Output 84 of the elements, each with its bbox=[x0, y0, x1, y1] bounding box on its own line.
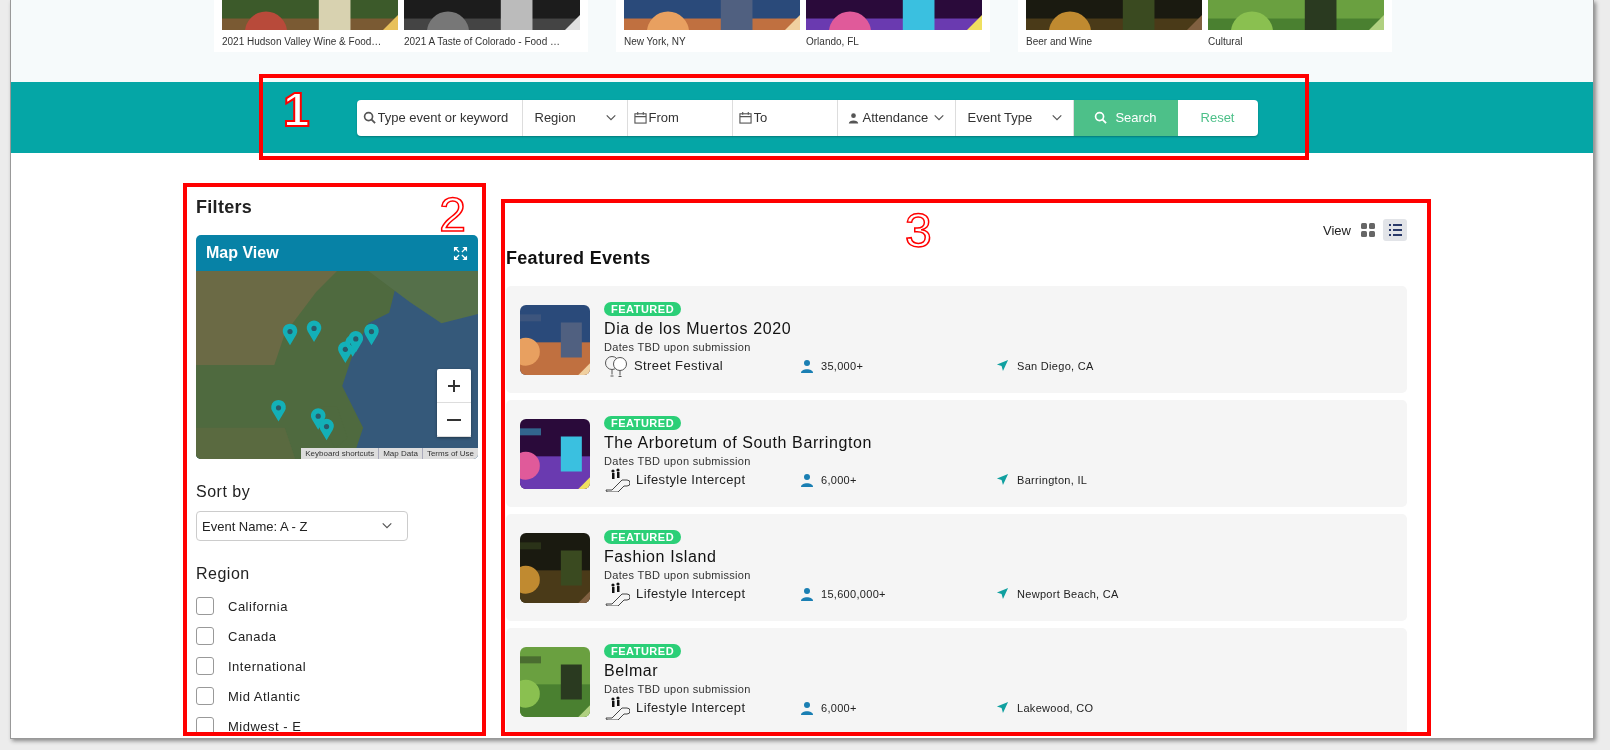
event-category: Lifestyle Intercept bbox=[636, 586, 746, 601]
dropdown[interactable]: Event Type bbox=[955, 99, 1074, 136]
view-label: View bbox=[1323, 222, 1351, 238]
region-label: Region bbox=[196, 565, 251, 583]
expand-icon bbox=[453, 245, 468, 261]
person-icon bbox=[800, 700, 814, 715]
grid-icon bbox=[1360, 222, 1376, 238]
checkbox-label[interactable]: Canada bbox=[228, 628, 277, 644]
search-icon bbox=[362, 111, 376, 124]
checkbox[interactable] bbox=[196, 687, 214, 705]
view-toggle[interactable] bbox=[1383, 219, 1407, 241]
location-arrow-icon bbox=[996, 359, 1009, 372]
annotation-number: 1 bbox=[283, 86, 310, 134]
location-arrow-icon bbox=[996, 701, 1009, 714]
checkbox-label[interactable]: Midwest - E bbox=[228, 718, 302, 734]
annotation-number: 2 bbox=[439, 191, 466, 239]
location-arrow-icon bbox=[996, 473, 1009, 486]
attendance-count: 15,600,000+ bbox=[821, 587, 886, 600]
event-card[interactable]: FEATURED The Arboretum of South Barrington Dates TBD upon submission Lifestyle Intercept 6,000+ Barrington, IL bbox=[506, 400, 1407, 507]
event-dates: Dates TBD upon submission bbox=[604, 682, 751, 695]
tile-caption[interactable]: Beer and Wine bbox=[1026, 36, 1202, 47]
tile-caption[interactable]: New York, NY bbox=[624, 36, 800, 47]
featured-badge: FEATURED bbox=[604, 301, 682, 316]
list-icon bbox=[1387, 222, 1403, 238]
tile-caption[interactable]: Orlando, FL bbox=[806, 36, 982, 47]
balloons-icon bbox=[604, 353, 628, 378]
minus-icon bbox=[447, 418, 461, 421]
event-name[interactable]: The Arboretum of South Barrington bbox=[604, 433, 872, 452]
search-icon bbox=[1094, 111, 1108, 124]
tile-caption[interactable]: 2021 Hudson Valley Wine & Food… bbox=[222, 36, 398, 47]
checkbox[interactable] bbox=[196, 597, 214, 615]
event-location: Lakewood, CO bbox=[1017, 701, 1094, 714]
event-dates: Dates TBD upon submission bbox=[604, 454, 751, 467]
event-card[interactable]: FEATURED Fashion Island Dates TBD upon submission Lifestyle Intercept 15,600,000+ Newport Beach, CA bbox=[506, 514, 1407, 621]
location-arrow-icon bbox=[996, 587, 1009, 600]
event-card[interactable]: FEATURED Belmar Dates TBD upon submission Lifestyle Intercept 6,000+ Lakewood, CO bbox=[506, 628, 1407, 735]
person-icon bbox=[800, 472, 814, 487]
event-dates: Dates TBD upon submission bbox=[604, 568, 751, 581]
tile-caption[interactable]: 2021 A Taste of Colorado - Food … bbox=[404, 36, 580, 47]
calendar-icon bbox=[738, 111, 752, 124]
attendance-count: 6,000+ bbox=[821, 473, 857, 486]
event-name[interactable]: Belmar bbox=[604, 661, 659, 680]
event-location: Newport Beach, CA bbox=[1017, 587, 1119, 600]
map-link[interactable]: Map Data bbox=[379, 448, 422, 459]
map-link[interactable]: Terms of Use bbox=[422, 448, 478, 459]
event-category: Street Festival bbox=[634, 358, 724, 373]
calendar-icon bbox=[633, 111, 647, 124]
filters-heading: Filters bbox=[196, 197, 253, 218]
sort-label: Sort by bbox=[196, 483, 252, 501]
sort-dropdown[interactable]: Event Name: A - Z bbox=[196, 511, 408, 541]
event-category: Lifestyle Intercept bbox=[636, 700, 746, 715]
tile-caption[interactable]: Cultural bbox=[1208, 36, 1384, 47]
checkbox[interactable] bbox=[196, 657, 214, 675]
escalator-icon bbox=[604, 695, 630, 720]
dropdown[interactable]: Region bbox=[522, 99, 628, 136]
map-title: Map View bbox=[206, 244, 279, 262]
map-link[interactable]: Keyboard shortcuts bbox=[301, 448, 379, 459]
plus-icon bbox=[447, 378, 461, 393]
event-card[interactable]: FEATURED Dia de los Muertos 2020 Dates TBD upon submission Street Festival 35,000+ San Diego, CA bbox=[506, 286, 1407, 393]
event-location: San Diego, CA bbox=[1017, 359, 1094, 372]
checkbox-label[interactable]: California bbox=[228, 598, 288, 614]
escalator-icon bbox=[604, 581, 630, 606]
person-icon bbox=[847, 111, 859, 124]
attendance-count: 6,000+ bbox=[821, 701, 857, 714]
featured-badge: FEATURED bbox=[604, 529, 682, 544]
person-icon bbox=[800, 586, 814, 601]
checkbox-label[interactable]: Mid Atlantic bbox=[228, 688, 301, 704]
event-category: Lifestyle Intercept bbox=[636, 472, 746, 487]
annotation-number: 3 bbox=[905, 207, 932, 255]
escalator-icon bbox=[604, 467, 630, 492]
section-heading: Featured Events bbox=[506, 248, 652, 269]
event-dates: Dates TBD upon submission bbox=[604, 340, 751, 353]
featured-badge: FEATURED bbox=[604, 415, 682, 430]
attendance-count: 35,000+ bbox=[821, 359, 864, 372]
checkbox[interactable] bbox=[196, 627, 214, 645]
featured-badge: FEATURED bbox=[604, 643, 682, 658]
checkbox-label[interactable]: International bbox=[228, 658, 307, 674]
checkbox[interactable] bbox=[196, 717, 214, 735]
expand-button[interactable] bbox=[453, 245, 468, 261]
event-name[interactable]: Fashion Island bbox=[604, 547, 717, 566]
event-name[interactable]: Dia de los Muertos 2020 bbox=[604, 319, 792, 338]
event-location: Barrington, IL bbox=[1017, 473, 1088, 486]
dropdown[interactable]: Attendance bbox=[837, 99, 956, 136]
person-icon bbox=[800, 358, 814, 373]
